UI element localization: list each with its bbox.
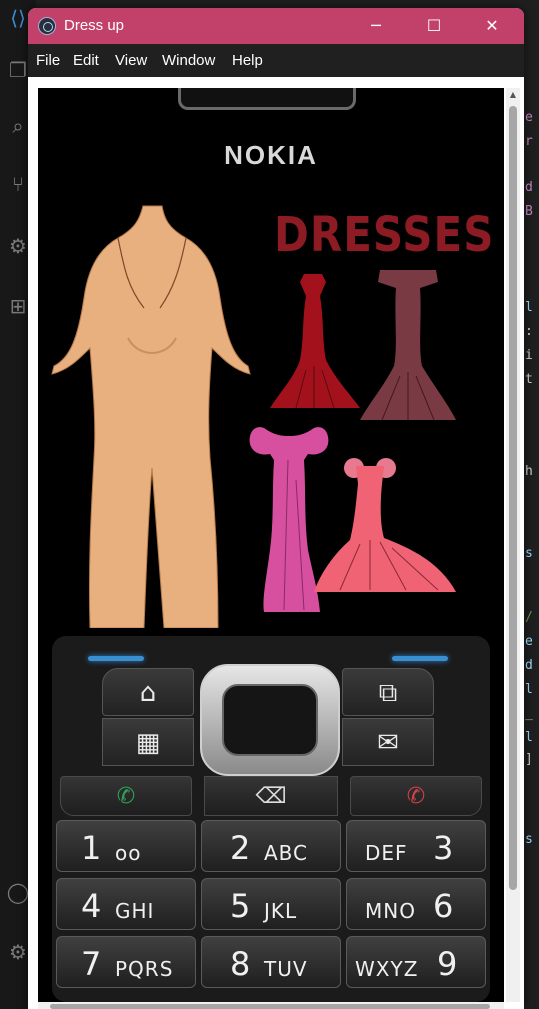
mannequin-body [51,205,251,628]
key-letters: DEF [365,841,408,865]
key-3[interactable]: DEF 3 [346,820,486,872]
vertical-scroll-thumb[interactable] [509,106,517,890]
code-fragment: ] [525,752,533,767]
code-fragment: i [525,348,533,363]
menu-help[interactable]: Help [232,52,263,69]
key-digit: 5 [230,887,251,925]
nokia-logo: NOKIA [224,140,318,170]
dress-mauve-gown[interactable] [356,266,460,424]
code-fragment: _ [525,706,533,721]
key-digit: 6 [433,887,454,925]
key-1[interactable]: 1 oo [56,820,196,872]
phone-keypad: ⌂ ⧉ ▦ ✉ ✆ ⌫ ✆ 1 oo 2 ABC DEF 3 4 GHI 5 J… [52,636,490,1002]
home-icon: ⌂ [139,678,157,708]
key-digit: 3 [433,829,454,867]
calendar-key[interactable]: ▦ [102,718,194,766]
code-fragment: l [525,730,533,745]
editor-code-peek: e r d B l : i t h s / e d l _ l ] s [523,80,539,1009]
code-fragment: / [525,610,533,625]
key-digit: 8 [230,945,251,983]
vscode-logo-icon: ⟨⟩ [10,6,26,30]
code-fragment: h [525,464,533,479]
menu-edit[interactable]: Edit [73,52,99,69]
key-digit: 2 [230,829,251,867]
key-digit: 4 [81,887,102,925]
key-digit: 7 [81,945,102,983]
horizontal-scrollbar[interactable] [38,1002,504,1009]
account-icon[interactable]: ◯ [6,880,30,904]
key-8[interactable]: 8 TUV [201,936,341,988]
key-7[interactable]: 7 PQRS [56,936,196,988]
navigation-dpad[interactable] [200,664,340,776]
message-icon: ✉ [377,728,399,758]
voicemail-icon: oo [115,841,142,865]
calendar-icon: ▦ [135,728,161,758]
call-icon: ✆ [116,784,136,809]
key-digit: 1 [81,829,102,867]
menu-bar: File Edit View Window Help [28,44,524,77]
dress-coral-ballgown[interactable] [310,444,460,596]
code-fragment: e [525,110,533,125]
electron-app-icon [38,17,56,35]
key-letters: MNO [365,899,416,923]
code-fragment: d [525,180,533,195]
extensions-icon[interactable]: ⊞ [6,294,30,318]
code-fragment: t [525,372,533,387]
minimize-button[interactable]: ─ [348,8,404,44]
phone-canvas: NOKIA DRESSES ⌂ ⧉ ▦ ✉ ✆ ⌫ ✆ 1 oo 2 ABC D… [38,88,504,1002]
explorer-icon[interactable]: ❐ [6,58,30,82]
key-5[interactable]: 5 JKL [201,878,341,930]
key-letters: JKL [264,899,298,923]
horizontal-scroll-thumb[interactable] [50,1004,490,1009]
key-4[interactable]: 4 GHI [56,878,196,930]
code-fragment: r [525,134,533,149]
code-fragment: B [525,204,533,219]
shortcut-icon: ⧉ [378,678,398,708]
code-fragment: e [525,634,533,649]
code-fragment: s [525,546,533,561]
right-soft-led [392,656,448,661]
call-key[interactable]: ✆ [60,776,192,816]
key-letters: WXYZ [355,957,419,981]
dresses-heading: DRESSES [274,206,495,263]
home-key[interactable]: ⌂ [102,668,194,716]
window-titlebar[interactable]: Dress up ─ ☐ ✕ [28,8,524,44]
search-icon[interactable]: ⌕ [6,114,30,138]
menu-file[interactable]: File [36,52,60,69]
left-soft-led [88,656,144,661]
phone-earpiece [178,88,356,110]
key-9[interactable]: WXYZ 9 [346,936,486,988]
window-title: Dress up [64,17,125,34]
source-control-icon[interactable]: ⑂ [6,172,30,196]
shortcut-key[interactable]: ⧉ [342,668,434,716]
key-letters: PQRS [115,957,174,981]
dress-up-window: Dress up ─ ☐ ✕ File Edit View Window Hel… [28,8,524,1009]
close-button[interactable]: ✕ [464,8,520,44]
code-fragment: d [525,658,533,673]
key-letters: GHI [115,899,155,923]
maximize-button[interactable]: ☐ [406,8,462,44]
menu-view[interactable]: View [115,52,147,69]
backspace-icon: ⌫ [255,784,287,809]
debug-icon[interactable]: ⚙ [6,234,30,258]
key-2[interactable]: 2 ABC [201,820,341,872]
scroll-up-arrow-icon[interactable]: ▲ [508,90,518,100]
code-fragment: s [525,832,533,847]
key-letters: TUV [264,957,308,981]
key-letters: ABC [264,841,309,865]
clear-key[interactable]: ⌫ [204,776,338,816]
settings-gear-icon[interactable]: ⚙ [6,940,30,964]
code-fragment: : [525,324,533,339]
key-6[interactable]: MNO 6 [346,878,486,930]
dpad-select-key[interactable] [222,684,318,756]
end-call-key[interactable]: ✆ [350,776,482,816]
vertical-scrollbar[interactable]: ▲ [506,88,520,1002]
dress-red-mermaid[interactable] [266,270,362,412]
key-digit: 9 [437,945,458,983]
message-key[interactable]: ✉ [342,718,434,766]
code-fragment: l [525,300,533,315]
menu-window[interactable]: Window [162,52,215,69]
code-fragment: l [525,682,533,697]
end-call-icon: ✆ [406,784,426,809]
